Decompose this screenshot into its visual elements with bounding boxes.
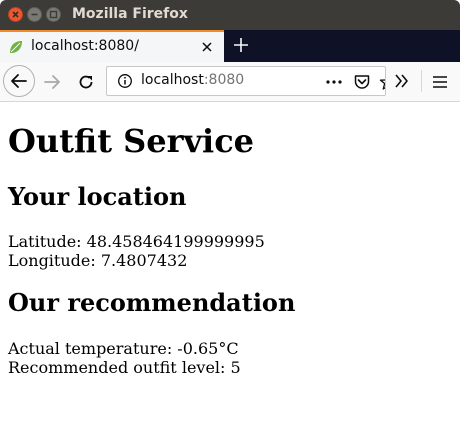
url-host: localhost bbox=[141, 72, 204, 88]
new-tab-plus-icon[interactable] bbox=[232, 36, 250, 54]
page-content: Outfit Service Your location Latitude: 4… bbox=[0, 102, 460, 436]
window-close-button[interactable] bbox=[8, 7, 23, 22]
longitude-text: Longitude: 7.4807432 bbox=[8, 251, 188, 270]
forward-arrow-icon[interactable] bbox=[42, 72, 62, 92]
overflow-chevron-icon[interactable] bbox=[394, 73, 410, 89]
navigation-toolbar: localhost:8080 bbox=[0, 62, 460, 102]
location-heading: Your location bbox=[8, 182, 187, 211]
pocket-icon[interactable] bbox=[353, 73, 371, 91]
hamburger-menu-icon[interactable] bbox=[432, 74, 448, 90]
tab-title: localhost:8080/ bbox=[31, 38, 139, 54]
tab-bar: localhost:8080/ bbox=[0, 30, 460, 62]
toolbar-separator bbox=[421, 70, 422, 92]
page-actions-ellipsis-icon[interactable] bbox=[325, 73, 343, 91]
back-button[interactable] bbox=[3, 65, 35, 97]
site-info-icon[interactable] bbox=[117, 73, 133, 89]
url-text[interactable]: localhost:8080 bbox=[141, 72, 244, 88]
minimize-icon bbox=[31, 13, 38, 16]
maximize-icon bbox=[49, 10, 58, 19]
window-maximize-button[interactable] bbox=[46, 7, 61, 22]
window-title: Mozilla Firefox bbox=[72, 6, 188, 22]
outfit-level-text: Recommended outfit level: 5 bbox=[8, 358, 241, 377]
address-bar[interactable]: localhost:8080 bbox=[106, 66, 386, 96]
reload-icon[interactable] bbox=[76, 72, 96, 92]
tab-close-icon[interactable] bbox=[200, 40, 214, 54]
window-minimize-button[interactable] bbox=[27, 7, 42, 22]
recommendation-heading: Our recommendation bbox=[8, 288, 296, 317]
url-port: :8080 bbox=[203, 72, 245, 88]
temperature-text: Actual temperature: -0.65°C bbox=[8, 339, 239, 358]
page-title: Outfit Service bbox=[8, 122, 255, 160]
tab-localhost[interactable]: localhost:8080/ bbox=[0, 30, 224, 62]
window-titlebar: Mozilla Firefox bbox=[0, 0, 460, 30]
latitude-text: Latitude: 48.458464199999995 bbox=[8, 232, 265, 251]
close-icon bbox=[12, 11, 19, 18]
spring-leaf-icon bbox=[10, 41, 22, 53]
back-arrow-icon bbox=[11, 74, 27, 88]
bookmark-star-icon[interactable] bbox=[379, 73, 386, 91]
